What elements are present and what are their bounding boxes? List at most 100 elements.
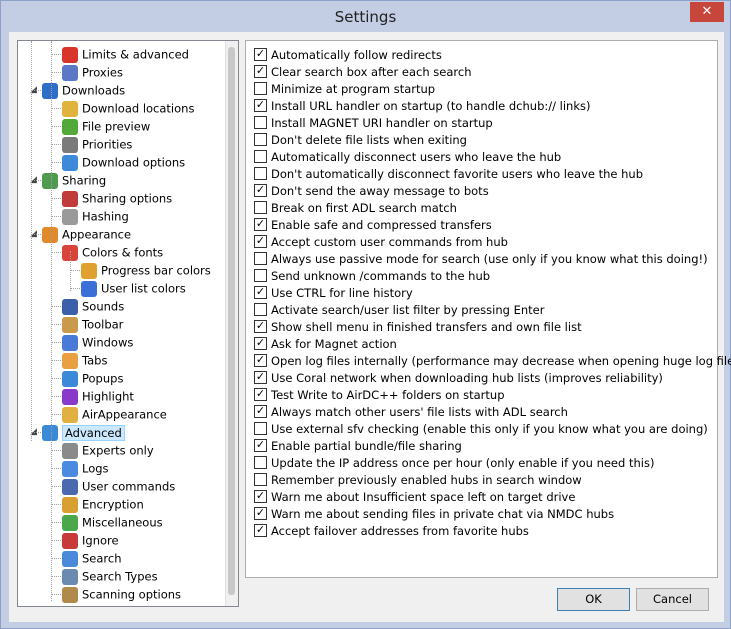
tree-item-windows[interactable]: Windows [62, 333, 133, 351]
option-checkbox-row[interactable]: Install MAGNET URI handler on startup [254, 115, 493, 132]
tree-item-download-locations[interactable]: Download locations [62, 99, 194, 117]
tree-item-search[interactable]: Search [62, 549, 122, 567]
checkbox-checked[interactable]: ✓ [254, 388, 267, 401]
checkbox-checked[interactable]: ✓ [254, 405, 267, 418]
option-checkbox-row[interactable]: ✓ Clear search box after each search [254, 64, 471, 81]
checkbox-checked[interactable]: ✓ [254, 371, 267, 384]
tree-item-scanning-options[interactable]: Scanning options [62, 585, 181, 603]
tree-item-popups[interactable]: Popups [62, 369, 123, 387]
tree-item-user-commands[interactable]: User commands [62, 477, 175, 495]
checkbox-checked[interactable]: ✓ [254, 320, 267, 333]
tree-item-file-preview[interactable]: File preview [62, 117, 150, 135]
lock-icon [62, 496, 78, 513]
cancel-button[interactable]: Cancel [636, 588, 709, 611]
option-checkbox-row[interactable]: ✓ Test Write to AirDC++ folders on startu… [254, 387, 505, 404]
option-checkbox-row[interactable]: ✓ Enable safe and compressed transfers [254, 217, 492, 234]
option-checkbox-row[interactable]: Don't automatically disconnect favorite … [254, 166, 643, 183]
checkbox-checked[interactable]: ✓ [254, 490, 267, 503]
option-checkbox-row[interactable]: ✓ Warn me about Insufficient space left o… [254, 489, 575, 506]
tree-scrollbar[interactable] [225, 41, 238, 606]
checkbox-unchecked[interactable] [254, 252, 267, 265]
option-checkbox-row[interactable]: Break on first ADL search match [254, 200, 457, 217]
option-checkbox-row[interactable]: ✓ Show shell menu in finished transfers a… [254, 319, 582, 336]
tree-item-tabs[interactable]: Tabs [62, 351, 107, 369]
option-checkbox-row[interactable]: Automatically disconnect users who leave… [254, 149, 561, 166]
tree-item-toolbar[interactable]: Toolbar [62, 315, 123, 333]
option-checkbox-row[interactable]: ✓ Install URL handler on startup (to hand… [254, 98, 590, 115]
checkbox-checked[interactable]: ✓ [254, 235, 267, 248]
checkbox-checked[interactable]: ✓ [254, 507, 267, 520]
option-checkbox-row[interactable]: Remember previously enabled hubs in sear… [254, 472, 582, 489]
tree-item-sounds[interactable]: Sounds [62, 297, 124, 315]
tree-item-hashing[interactable]: Hashing [62, 207, 129, 225]
tree-item-priorities[interactable]: Priorities [62, 135, 132, 153]
checkbox-unchecked[interactable] [254, 269, 267, 282]
option-checkbox-row[interactable]: ✓ Use CTRL for line history [254, 285, 413, 302]
tree-item-sharing-options[interactable]: Sharing options [62, 189, 172, 207]
tree-item-logs[interactable]: Logs [62, 459, 109, 477]
tree-connector [70, 270, 80, 271]
tree-item-progress-bar-colors[interactable]: Progress bar colors [81, 261, 211, 279]
checkbox-checked[interactable]: ✓ [254, 218, 267, 231]
checkbox-checked[interactable]: ✓ [254, 354, 267, 367]
settings-tree[interactable]: Limits & advanced Proxies ◢ Downloads Downlo… [17, 40, 239, 607]
checkbox-checked[interactable]: ✓ [254, 65, 267, 78]
ok-button[interactable]: OK [557, 588, 630, 611]
tree-item-downloads[interactable]: ◢ Downloads [30, 81, 125, 99]
option-checkbox-row[interactable]: ✓ Don't send the away message to bots [254, 183, 489, 200]
option-checkbox-row[interactable]: Don't delete file lists when exiting [254, 132, 467, 149]
option-checkbox-row[interactable]: Update the IP address once per hour (onl… [254, 455, 654, 472]
checkbox-unchecked[interactable] [254, 150, 267, 163]
checkbox-unchecked[interactable] [254, 201, 267, 214]
checkbox-checked[interactable]: ✓ [254, 439, 267, 452]
tree-item-proxies[interactable]: Proxies [62, 63, 123, 81]
tree-item-advanced[interactable]: ◢ Advanced [30, 423, 125, 441]
option-checkbox-row[interactable]: Use external sfv checking (enable this o… [254, 421, 708, 438]
tree-item-encryption[interactable]: Encryption [62, 495, 144, 513]
option-checkbox-row[interactable]: Send unknown /commands to the hub [254, 268, 490, 285]
checkbox-unchecked[interactable] [254, 133, 267, 146]
tree-item-highlight[interactable]: Highlight [62, 387, 134, 405]
checkbox-unchecked[interactable] [254, 303, 267, 316]
tree-item-search-types[interactable]: Search Types [62, 567, 158, 585]
tree-item-ignore[interactable]: Ignore [62, 531, 119, 549]
tree-item-colors-fonts[interactable]: Colors & fonts [62, 243, 163, 261]
checkbox-unchecked[interactable] [254, 116, 267, 129]
checkbox-checked[interactable]: ✓ [254, 184, 267, 197]
option-checkbox-row[interactable]: ✓ Use Coral network when downloading hub … [254, 370, 663, 387]
checkbox-checked[interactable]: ✓ [254, 337, 267, 350]
option-checkbox-row[interactable]: Activate search/user list filter by pres… [254, 302, 544, 319]
checkbox-checked[interactable]: ✓ [254, 524, 267, 537]
option-checkbox-row[interactable]: ✓ Open log files internally (performance … [254, 353, 731, 370]
option-checkbox-row[interactable]: ✓ Ask for Magnet action [254, 336, 397, 353]
tree-item-appearance[interactable]: ◢ Appearance [30, 225, 131, 243]
checkbox-unchecked[interactable] [254, 82, 267, 95]
checkbox-unchecked[interactable] [254, 167, 267, 180]
checkbox-checked[interactable]: ✓ [254, 48, 267, 61]
advanced-icon [42, 424, 58, 441]
checkbox-unchecked[interactable] [254, 422, 267, 435]
tree-item-user-list-colors[interactable]: User list colors [81, 279, 186, 297]
option-checkbox-row[interactable]: ✓ Warn me about sending files in private … [254, 506, 614, 523]
option-checkbox-row[interactable]: ✓ Always match other users' file lists wi… [254, 404, 568, 421]
checkbox-checked[interactable]: ✓ [254, 286, 267, 299]
tree-item-limits-advanced[interactable]: Limits & advanced [62, 45, 189, 63]
checkbox-unchecked[interactable] [254, 473, 267, 486]
tree-connector [51, 198, 61, 199]
tree-scrollbar-thumb[interactable] [228, 47, 235, 595]
tree-item-airappearance[interactable]: AirAppearance [62, 405, 167, 423]
checkbox-checked[interactable]: ✓ [254, 99, 267, 112]
option-checkbox-row[interactable]: Minimize at program startup [254, 81, 435, 98]
option-checkbox-row[interactable]: ✓ Accept failover addresses from favorite… [254, 523, 529, 540]
tree-item-miscellaneous[interactable]: Miscellaneous [62, 513, 163, 531]
option-checkbox-row[interactable]: ✓ Enable partial bundle/file sharing [254, 438, 462, 455]
tree-item-experts-only[interactable]: Experts only [62, 441, 154, 459]
tree-item-label: Ignore [82, 533, 119, 548]
close-button[interactable]: ✕ [690, 2, 724, 22]
play-icon [62, 118, 78, 135]
option-checkbox-row[interactable]: ✓ Accept custom user commands from hub [254, 234, 508, 251]
option-checkbox-row[interactable]: ✓ Automatically follow redirects [254, 47, 442, 64]
tree-item-download-options[interactable]: Download options [62, 153, 185, 171]
checkbox-unchecked[interactable] [254, 456, 267, 469]
option-checkbox-row[interactable]: Always use passive mode for search (use … [254, 251, 708, 268]
